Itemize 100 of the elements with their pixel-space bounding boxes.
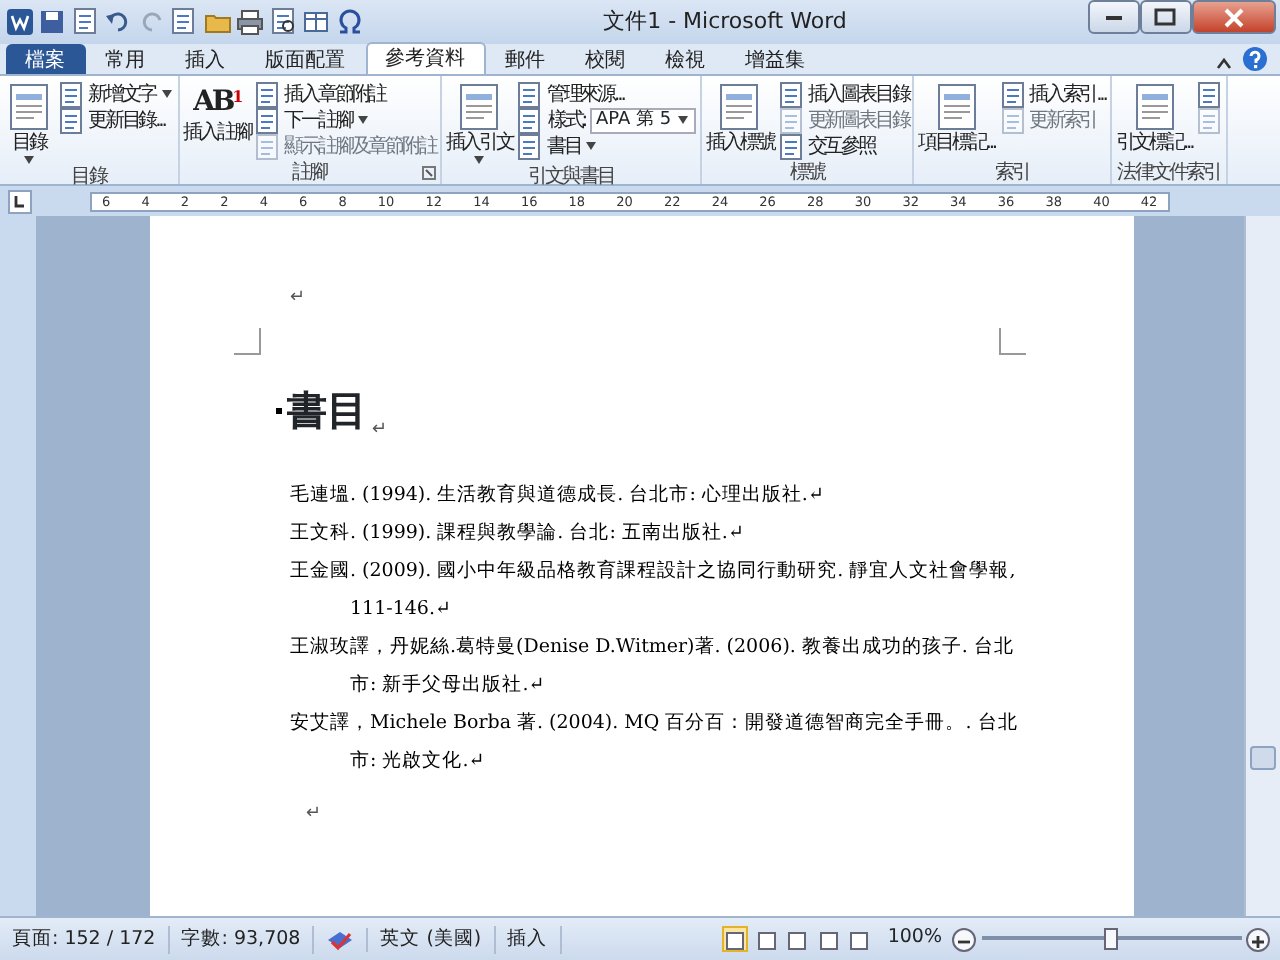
print-preview-icon[interactable] [269,8,297,36]
page-count[interactable]: 頁面: 152 / 172 [0,925,170,953]
document-icon [1196,81,1223,107]
caret-icon [22,153,36,165]
crop-mark-icon [998,328,1026,356]
ribbon-button[interactable]: 交互參照 [777,133,909,159]
document-icon [777,81,804,107]
group-label: 註腳 [292,162,327,184]
insert-mode[interactable]: 插入 [495,925,562,953]
maximize-button[interactable] [1139,0,1191,34]
window-title: 文件1 - Microsoft Word [601,5,849,38]
word-count[interactable]: 字數: 93,708 [169,925,315,953]
book-check-icon[interactable] [326,927,355,951]
page-icon [848,929,871,952]
reference-entry: 王文科. (1999). 課程與教學論. 台北: 五南出版社.↵ [290,520,746,548]
ribbon-button[interactable]: 插入索引... [999,81,1106,107]
ribbon-button[interactable]: 新增文字 [58,81,174,107]
close-button[interactable] [1191,0,1275,34]
document-icon [516,81,543,107]
document-icon [1196,107,1223,133]
document-icon [254,107,281,133]
page-icon [817,929,840,952]
outline-button[interactable] [815,926,842,952]
ribbon-button[interactable]: 下一註腳 [254,107,436,133]
caret-icon [584,140,599,152]
draft-button[interactable] [846,926,873,952]
new-document-icon[interactable] [170,8,198,36]
document-icon [516,133,543,159]
ribbon-button[interactable]: 插入章節附註 [254,81,436,107]
ribbon-tab[interactable]: 版面配置 [245,44,365,74]
save-icon[interactable] [38,8,66,36]
document-icon [58,81,84,107]
ribbon-button[interactable]: 書目 [516,133,697,159]
zoom-percent[interactable]: 100% [877,924,952,954]
document-icon [999,107,1025,133]
ribbon-button[interactable]: 引文標記... [1115,81,1193,162]
ribbon-button[interactable]: 目錄 [4,81,54,165]
reference-entry: 王金國. (2009). 國小中年級品格教育課程設計之協同行動研究. 靜宜人文社會學報, 111-146.↵ [290,557,1018,624]
caret-icon [472,153,487,165]
document-icon [516,107,543,133]
ribbon-tab[interactable]: 常用 [85,44,165,74]
reference-entry: 毛連塭. (1994). 生活教育與道德成長. 台北市: 心理出版社.↵ [290,481,826,510]
style-dropdown[interactable]: APA 第 5 [590,107,697,133]
document-icon [999,81,1025,107]
group-label: 索引 [994,162,1030,184]
table-icon[interactable] [302,8,330,36]
zoom-in-button[interactable] [1246,927,1270,951]
reference-entry: 王淑玫譯，丹妮絲.葛特曼(Denise D.Witmer)著. (2006). 教養出成功的孩子. 台北市: 新手父母出版社.↵ [290,634,1016,700]
ribbon-tab[interactable]: 參考資料 [365,42,485,74]
page-icon [786,929,809,952]
paragraph-mark: ↵ [306,804,324,824]
paragraph-mark: ↵ [372,420,388,440]
document-icon [254,81,281,107]
ribbon-button[interactable]: 插入標號 [706,81,774,162]
help-icon[interactable] [1242,46,1268,72]
file-tab[interactable]: 檔案 [5,44,85,74]
caret-icon [159,88,174,100]
document-icon [4,81,54,131]
paragraph-mark: ↵ [290,288,308,308]
undo-icon[interactable] [104,8,132,36]
ribbon-tab[interactable]: 郵件 [485,44,565,74]
ribbon-tab[interactable]: 插入 [165,44,245,74]
minimize-icon [1105,15,1121,19]
caret-icon [676,114,691,126]
document-icon [254,133,281,159]
style-label: 樣式: [547,107,586,133]
reference-entry: 安艾譯，Michele Borba 著. (2004). MQ 百分百：開發道德智商完全手冊。. 台北市: 光啟文化.↵ [290,710,1020,776]
close-icon [1225,9,1241,25]
maximize-icon [1156,10,1174,24]
print-layout-button[interactable] [722,926,749,952]
omega-icon[interactable] [335,8,363,36]
language-status[interactable]: 英文 (美國) [368,925,496,953]
ribbon-button[interactable]: 管理來源... [516,81,697,107]
vertical-scrollbar[interactable] [1244,216,1280,916]
caret-icon [355,114,370,126]
reading-layout-button[interactable] [753,926,780,952]
ribbon-tab[interactable]: 增益集 [725,44,825,74]
document-icon [777,133,804,159]
toolbar-button[interactable] [1196,81,1223,107]
tab-selector-icon[interactable] [8,189,32,213]
ribbon-button[interactable]: 項目標記... [918,81,995,162]
dialog-launcher-icon[interactable] [421,166,436,180]
document-icon[interactable] [71,8,99,36]
ribbon-button[interactable]: 更新目錄... [58,107,174,133]
word-logo-icon[interactable] [5,8,33,36]
document-icon [58,107,84,133]
heading: 書目 [287,384,367,438]
printer-icon[interactable] [236,8,264,36]
web-layout-button[interactable] [784,926,811,952]
ribbon-tab[interactable]: 檢視 [645,44,725,74]
minimize-button[interactable] [1087,0,1139,34]
collapse-ribbon-icon[interactable] [1214,54,1234,74]
page-icon [755,929,778,952]
ribbon-button[interactable]: 插入圖表目錄 [777,81,909,107]
crop-mark-icon [234,328,262,356]
zoom-out-button[interactable] [952,927,976,951]
ribbon-button[interactable]: 插入引文 [445,81,513,165]
ribbon-button[interactable]: AB$^{1}$ 插入註腳 [183,81,251,162]
ribbon-tab[interactable]: 校閱 [565,44,645,74]
group-label: 標號 [790,162,825,184]
